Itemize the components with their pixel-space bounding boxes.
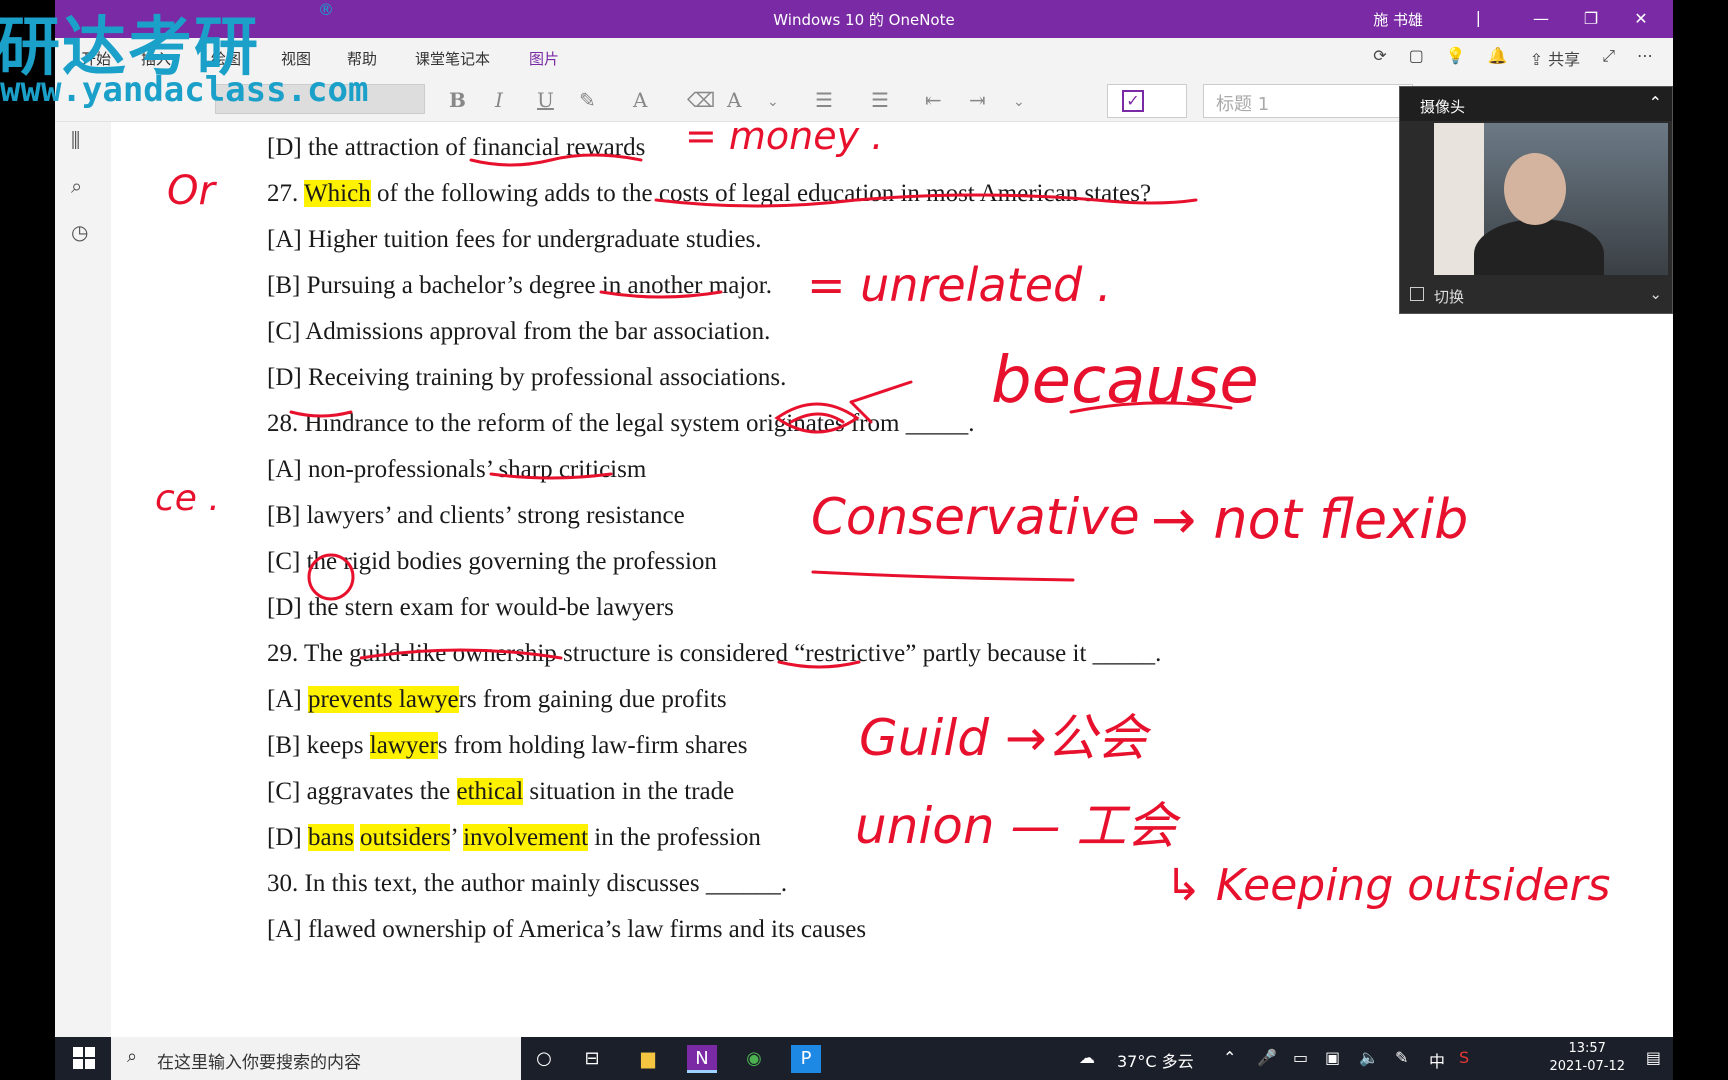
taskbar-clock[interactable]: 13:57 2021-07-12 (1549, 1040, 1625, 1076)
annotation-conservative: Conservative (811, 488, 1140, 546)
checkbox-icon: ✓ (1122, 90, 1144, 112)
notebooks-icon[interactable]: ⫼ (71, 128, 80, 152)
highlight-icon[interactable]: ✎ (579, 88, 596, 112)
chrome-icon[interactable]: ◉ (739, 1045, 769, 1073)
annotation-ce: ce . (155, 478, 220, 519)
weather-icon[interactable]: ☁ (1079, 1048, 1095, 1067)
expand-icon[interactable]: ⤢ (1602, 46, 1615, 70)
annotation-unrelated: = unrelated . (807, 258, 1112, 312)
outdent-icon[interactable]: ⇤ (925, 88, 942, 112)
cortana-icon[interactable]: ○ (529, 1045, 559, 1073)
pen-icon[interactable]: ✎ (1395, 1048, 1408, 1067)
watermark-url: www.yandaclass.com (0, 70, 369, 110)
clock-date: 2021-07-12 (1549, 1059, 1625, 1074)
annotation-because: because (991, 344, 1259, 418)
minimize-button[interactable]: — (1521, 4, 1561, 34)
tag-checkbox-box[interactable]: ✓ (1107, 84, 1187, 118)
font-color-icon[interactable]: A (633, 88, 647, 112)
p-app-icon[interactable]: P (791, 1045, 821, 1073)
styles-icon[interactable]: A (727, 88, 741, 112)
annotation-not-flexible: → not flexib (1151, 488, 1469, 551)
pages-icon[interactable]: ▢ (1409, 46, 1424, 70)
recent-clock-icon[interactable]: ◷ (71, 220, 88, 244)
more-icon[interactable]: ⋯ (1637, 46, 1653, 70)
close-button[interactable]: ✕ (1621, 4, 1661, 34)
left-black-bar (0, 0, 55, 1080)
chevron-down-icon[interactable]: ⌄ (1013, 94, 1025, 110)
italic-button[interactable]: I (495, 88, 503, 112)
expand-down-icon[interactable]: ⌄ (1649, 285, 1662, 303)
switch-icon (1410, 287, 1424, 301)
ribbon-right-icons: ⟳ ▢ 💡 🔔 ⇪ 共享 ⤢ ⋯ (1373, 46, 1653, 70)
underline-button[interactable]: U (537, 88, 554, 112)
heading-style-select[interactable]: 标题 1 (1203, 84, 1413, 118)
switch-label: 切换 (1434, 288, 1465, 306)
tab-picture[interactable]: 图片 (529, 48, 559, 69)
camera-footer[interactable]: 切换 ⌄ (1400, 277, 1672, 313)
search-placeholder: 在这里输入你要搜索的内容 (157, 1053, 361, 1073)
tab-class-notebook[interactable]: 课堂笔记本 (415, 48, 490, 69)
clear-format-icon[interactable]: ⌫ (687, 88, 715, 112)
registered-mark: ® (318, 0, 334, 19)
share-label: 共享 (1548, 50, 1581, 69)
microphone-icon[interactable]: 🎤 (1257, 1048, 1277, 1067)
task-view-icon[interactable]: ⊟ (577, 1045, 607, 1073)
numbered-list-icon[interactable]: ☰ (871, 88, 889, 112)
network-icon[interactable]: ▣ (1325, 1048, 1340, 1067)
sogou-icon[interactable]: S (1459, 1048, 1469, 1067)
search-icon: ⌕ (127, 1046, 138, 1067)
collapse-icon[interactable]: ⌃ (1649, 93, 1662, 112)
tray-chevron-icon[interactable]: ⌃ (1223, 1048, 1236, 1067)
start-button[interactable] (73, 1047, 95, 1069)
title-separator: | (1475, 8, 1481, 27)
search-icon[interactable]: ⌕ (71, 174, 82, 198)
taskbar-search-box[interactable]: ⌕ 在这里输入你要搜索的内容 (111, 1037, 521, 1080)
left-nav-rail: ⫼ ⌕ ◷ (55, 122, 111, 1037)
onenote-taskbar-icon[interactable]: N (687, 1045, 717, 1073)
camera-title: 摄像头 (1420, 98, 1466, 116)
camera-panel: 摄像头 ⌃ 切换 ⌄ (1399, 86, 1673, 314)
clock-time: 13:57 (1568, 1041, 1606, 1056)
user-name[interactable]: 施 书雄 (1373, 9, 1423, 30)
restore-button[interactable]: ❐ (1571, 4, 1611, 34)
bullet-list-icon[interactable]: ☰ (815, 88, 833, 112)
bell-icon[interactable]: 🔔 (1488, 46, 1508, 70)
share-button[interactable]: ⇪ 共享 (1530, 46, 1581, 70)
file-explorer-icon[interactable]: ▆ (633, 1045, 663, 1073)
annotation-guild: Guild →公会 (859, 709, 1147, 767)
windows-taskbar: ⌕ 在这里输入你要搜索的内容 ○ ⊟ ▆ N ◉ P ☁ 37°C 多云 ⌃ 🎤… (55, 1037, 1673, 1080)
bold-button[interactable]: B (449, 88, 466, 112)
annotation-keeping-outsiders: ↳ Keeping outsiders (1165, 860, 1611, 911)
sync-icon[interactable]: ⟳ (1373, 46, 1386, 70)
camera-header: 摄像头 ⌃ (1400, 87, 1672, 121)
indent-icon[interactable]: ⇥ (969, 88, 986, 112)
annotation-or: Or (167, 168, 215, 214)
lightbulb-icon[interactable]: 💡 (1446, 46, 1466, 70)
chevron-down-icon[interactable]: ⌄ (767, 94, 779, 110)
annotation-union: union — 工会 (855, 797, 1177, 855)
volume-icon[interactable]: 🔈 (1359, 1048, 1379, 1067)
watermark-logo: 研达考研 ® www.yandaclass.com (0, 0, 368, 110)
onenote-window: Windows 10 的 OneNote 施 书雄 | — ❐ ✕ 开始 插入 … (55, 0, 1673, 1080)
weather-text[interactable]: 37°C 多云 (1117, 1048, 1194, 1072)
annotation-money: = money . (685, 122, 884, 158)
camera-video (1434, 123, 1668, 275)
battery-icon[interactable]: ▭ (1293, 1048, 1308, 1067)
notification-icon[interactable]: ▤ (1646, 1048, 1661, 1067)
ime-indicator[interactable]: 中 (1429, 1048, 1445, 1072)
